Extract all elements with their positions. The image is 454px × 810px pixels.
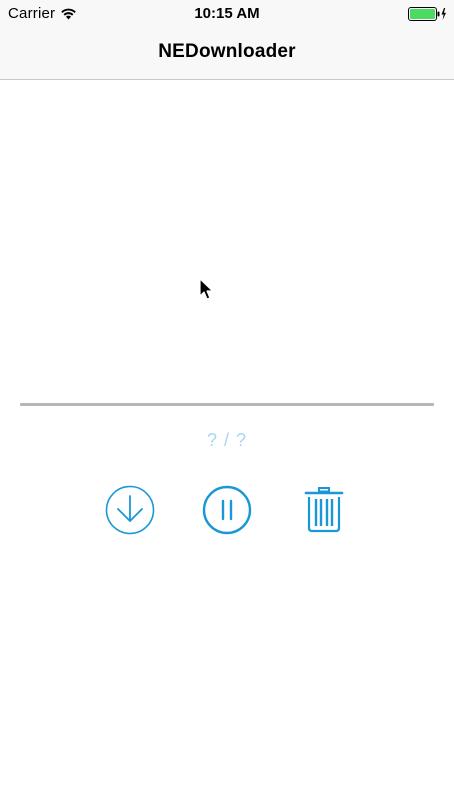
status-bar: Carrier 10:15 AM [0, 0, 454, 29]
battery-icon [408, 7, 446, 21]
app-screen: Carrier 10:15 AM NEDownloader ? / ? [0, 0, 454, 810]
battery-indicator [408, 7, 448, 21]
nav-title: NEDownloader [158, 41, 296, 62]
download-progress-label: ? / ? [206, 430, 248, 450]
pause-button[interactable] [201, 484, 253, 536]
download-content: ? / ? [0, 80, 454, 810]
trash-icon [304, 487, 344, 533]
download-circle-icon [105, 485, 155, 535]
navigation-header: Carrier 10:15 AM NEDownloader [0, 0, 454, 80]
status-time: 10:15 AM [194, 5, 260, 22]
delete-button[interactable] [298, 484, 350, 536]
download-button[interactable] [104, 484, 156, 536]
download-progress-bar [20, 403, 434, 406]
pause-circle-icon [202, 485, 252, 535]
